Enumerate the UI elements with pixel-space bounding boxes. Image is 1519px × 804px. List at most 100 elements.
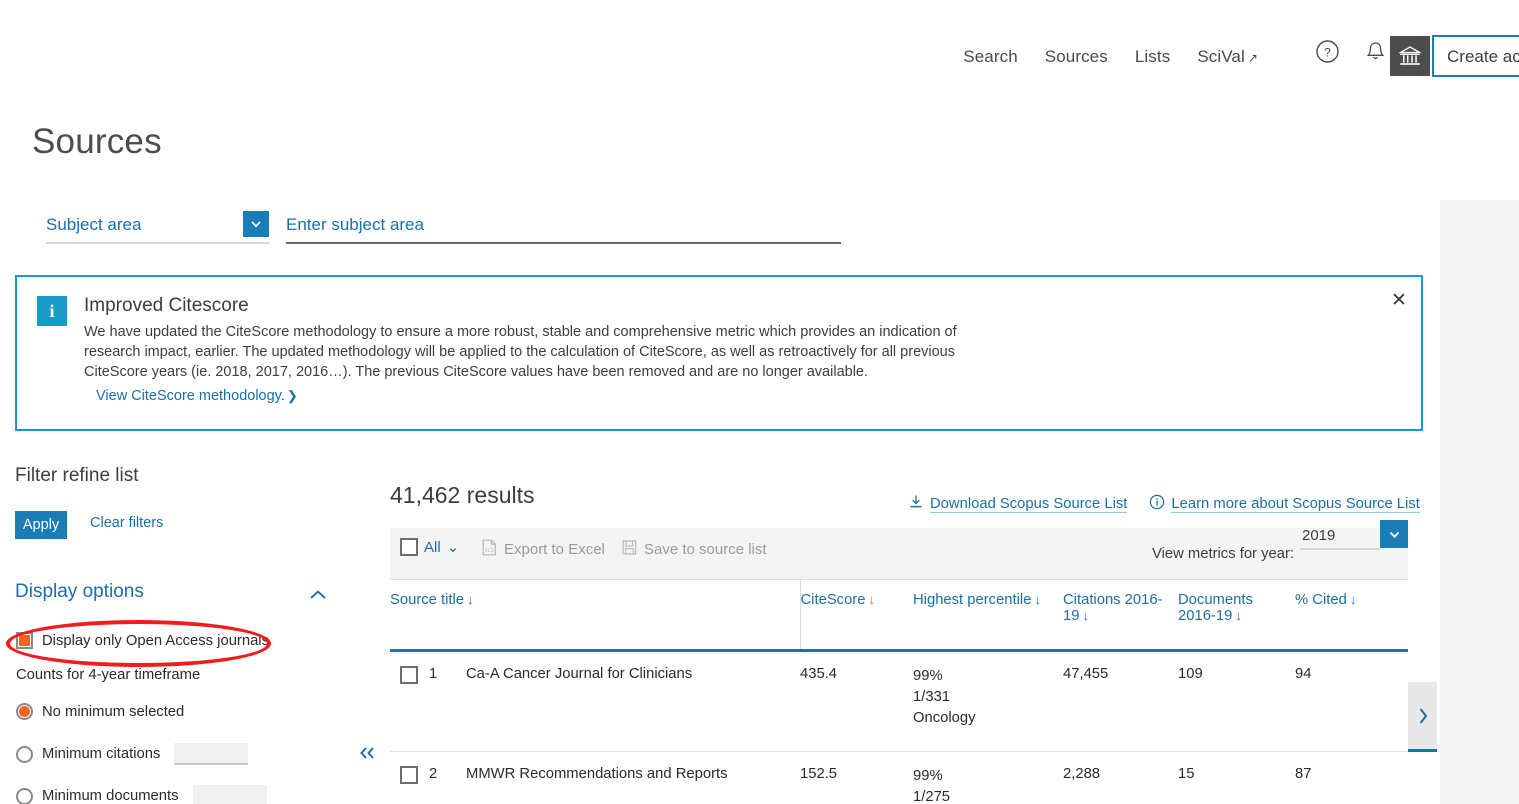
chevron-down-icon[interactable] bbox=[1380, 520, 1408, 548]
column-header-citations[interactable]: Citations 2016-19 ↓ bbox=[1063, 580, 1178, 652]
radio-minimum-documents-label: Minimum documents bbox=[42, 788, 179, 804]
subject-area-search-row: Subject area bbox=[0, 205, 1440, 260]
chevron-down-icon[interactable] bbox=[243, 211, 269, 237]
column-header-highest-percentile[interactable]: Highest percentile ↓ bbox=[913, 580, 1063, 652]
radio-minimum-documents[interactable]: Minimum documents bbox=[16, 785, 267, 804]
nav-link-lists[interactable]: Lists bbox=[1135, 47, 1170, 67]
close-icon[interactable]: ✕ bbox=[1385, 289, 1407, 311]
cell-source-title: 2 MMWR Recommendations and Reports bbox=[390, 751, 800, 804]
subject-area-select[interactable]: Subject area bbox=[46, 211, 269, 244]
sort-arrow-icon: ↓ bbox=[467, 592, 474, 607]
table-header-row: Source title ↓ CiteScore ↓ Highest percent… bbox=[390, 580, 1408, 652]
table-header: Source title ↓ CiteScore ↓ Highest percent… bbox=[390, 580, 1408, 652]
display-options-header[interactable]: Display options bbox=[15, 581, 345, 603]
cell-highest-percentile: 99% 1/275 bbox=[913, 751, 1063, 804]
column-header-source-title[interactable]: Source title ↓ bbox=[390, 580, 801, 652]
row-number: 1 bbox=[429, 665, 438, 682]
column-header-source-title-label: Source title bbox=[390, 592, 465, 608]
export-to-excel-button[interactable]: XLS Export to Excel bbox=[482, 539, 605, 560]
sort-arrow-icon: ↓ bbox=[1082, 608, 1089, 623]
cell-citescore: 152.5 bbox=[800, 751, 913, 804]
minimum-documents-input[interactable] bbox=[192, 785, 267, 804]
chevron-right-icon[interactable] bbox=[1408, 682, 1437, 752]
sort-arrow-icon: ↓ bbox=[1349, 592, 1357, 607]
row-source-title[interactable]: MMWR Recommendations and Reports bbox=[454, 766, 728, 782]
column-header-documents[interactable]: Documents 2016-19 ↓ bbox=[1178, 580, 1295, 652]
cell-pct-cited: 87 bbox=[1295, 751, 1408, 804]
export-to-excel-label: Export to Excel bbox=[504, 541, 605, 558]
nav-link-sources[interactable]: Sources bbox=[1045, 47, 1108, 67]
subject-area-select-label: Subject area bbox=[46, 215, 269, 244]
year-metric-selector: View metrics for year: bbox=[1152, 514, 1408, 564]
table-row[interactable]: 1 Ca-A Cancer Journal for Clinicians 435… bbox=[390, 650, 1408, 752]
counts-timeframe-label: Counts for 4-year timeframe bbox=[16, 667, 201, 683]
nav-link-scival[interactable]: SciVal ↗ bbox=[1197, 47, 1258, 67]
learn-more-scopus-source-list-link[interactable]: Learn more about Scopus Source List bbox=[1149, 494, 1420, 514]
radio-no-minimum-control[interactable] bbox=[16, 703, 33, 720]
cell-source-title: 1 Ca-A Cancer Journal for Clinicians bbox=[390, 650, 800, 752]
radio-minimum-documents-control[interactable] bbox=[16, 787, 33, 804]
table-row[interactable]: 2 MMWR Recommendations and Reports 152.5… bbox=[390, 751, 1408, 804]
percentile-value: 99% bbox=[913, 767, 943, 784]
chevron-right-icon: ❯ bbox=[286, 388, 298, 403]
info-icon: i bbox=[37, 296, 67, 326]
select-all-checkbox[interactable] bbox=[400, 538, 418, 556]
save-to-source-list-button[interactable]: Save to source list bbox=[622, 539, 767, 560]
row-source-title[interactable]: Ca-A Cancer Journal for Clinicians bbox=[454, 666, 692, 682]
create-account-button[interactable]: Create account bbox=[1432, 35, 1519, 77]
cell-documents: 109 bbox=[1178, 650, 1295, 752]
save-to-source-list-label: Save to source list bbox=[644, 541, 767, 558]
cell-documents: 15 bbox=[1178, 751, 1295, 804]
sort-arrow-icon: ↓ bbox=[1235, 608, 1242, 623]
cell-citations: 2,288 bbox=[1063, 751, 1178, 804]
percentile-subject: Oncology bbox=[913, 709, 976, 726]
view-metrics-for-year-label: View metrics for year: bbox=[1152, 546, 1294, 562]
radio-no-minimum[interactable]: No minimum selected bbox=[16, 703, 184, 720]
apply-button[interactable]: Apply bbox=[15, 511, 67, 539]
row-checkbox[interactable] bbox=[400, 665, 418, 684]
cell-pct-cited: 94 bbox=[1295, 650, 1408, 752]
help-circle-icon[interactable]: ? bbox=[1314, 38, 1340, 64]
sources-table: Source title ↓ CiteScore ↓ Highest percent… bbox=[390, 580, 1408, 804]
column-header-citations-label: Citations 2016-19 bbox=[1063, 592, 1163, 624]
results-count: 41,462 results bbox=[390, 482, 535, 508]
open-access-checkbox-row[interactable]: Display only Open Access journals bbox=[16, 632, 269, 649]
institution-icon[interactable] bbox=[1390, 36, 1430, 76]
column-header-pct-cited[interactable]: % Cited ↓ bbox=[1295, 580, 1408, 652]
open-access-checkbox[interactable] bbox=[16, 632, 33, 649]
page-title: Sources bbox=[32, 122, 162, 161]
download-link-label: Download Scopus Source List bbox=[930, 495, 1128, 513]
year-value-input[interactable] bbox=[1300, 526, 1380, 550]
view-citescore-methodology-link[interactable]: View CiteScore methodology. ❯ bbox=[96, 388, 298, 404]
bell-icon[interactable] bbox=[1362, 38, 1388, 64]
nav-link-search[interactable]: Search bbox=[963, 47, 1017, 67]
column-header-citescore[interactable]: CiteScore ↓ bbox=[800, 580, 913, 652]
row-checkbox[interactable] bbox=[400, 765, 418, 784]
save-disk-icon bbox=[622, 539, 637, 560]
double-chevron-left-icon[interactable] bbox=[355, 741, 379, 765]
select-all-control[interactable]: All ⌄ bbox=[400, 538, 459, 556]
subject-area-input[interactable] bbox=[286, 215, 841, 244]
filter-refine-list-title: Filter refine list bbox=[15, 465, 139, 486]
improved-citescore-banner: i Improved Citescore We have updated the… bbox=[15, 275, 1423, 431]
minimum-citations-input[interactable] bbox=[174, 743, 249, 765]
row-number: 2 bbox=[429, 765, 438, 782]
svg-text:?: ? bbox=[1324, 45, 1331, 59]
sources-page: Search Sources Lists SciVal ↗ ? Create a… bbox=[0, 0, 1519, 804]
radio-minimum-citations[interactable]: Minimum citations bbox=[16, 743, 249, 765]
chevron-down-icon[interactable]: ⌄ bbox=[447, 538, 460, 556]
radio-minimum-citations-control[interactable] bbox=[16, 745, 33, 763]
banner-body-text: We have updated the CiteScore methodolog… bbox=[84, 324, 957, 380]
column-header-citescore-label: CiteScore bbox=[800, 592, 866, 608]
percentile-rank: 1/275 bbox=[913, 788, 951, 804]
right-gutter-panel bbox=[1440, 200, 1519, 804]
external-link-arrow-icon: ↗ bbox=[1247, 51, 1258, 65]
percentile-rank: 1/331 bbox=[913, 688, 951, 705]
subject-area-input-wrap bbox=[286, 215, 841, 244]
chevron-up-icon[interactable] bbox=[307, 587, 329, 608]
nav-link-scival-label: SciVal bbox=[1197, 47, 1245, 66]
download-scopus-source-list-link[interactable]: Download Scopus Source List bbox=[908, 494, 1128, 514]
cell-highest-percentile: 99% 1/331 Oncology bbox=[913, 650, 1063, 752]
select-all-label: All bbox=[424, 538, 441, 556]
clear-filters-link[interactable]: Clear filters bbox=[90, 515, 163, 531]
